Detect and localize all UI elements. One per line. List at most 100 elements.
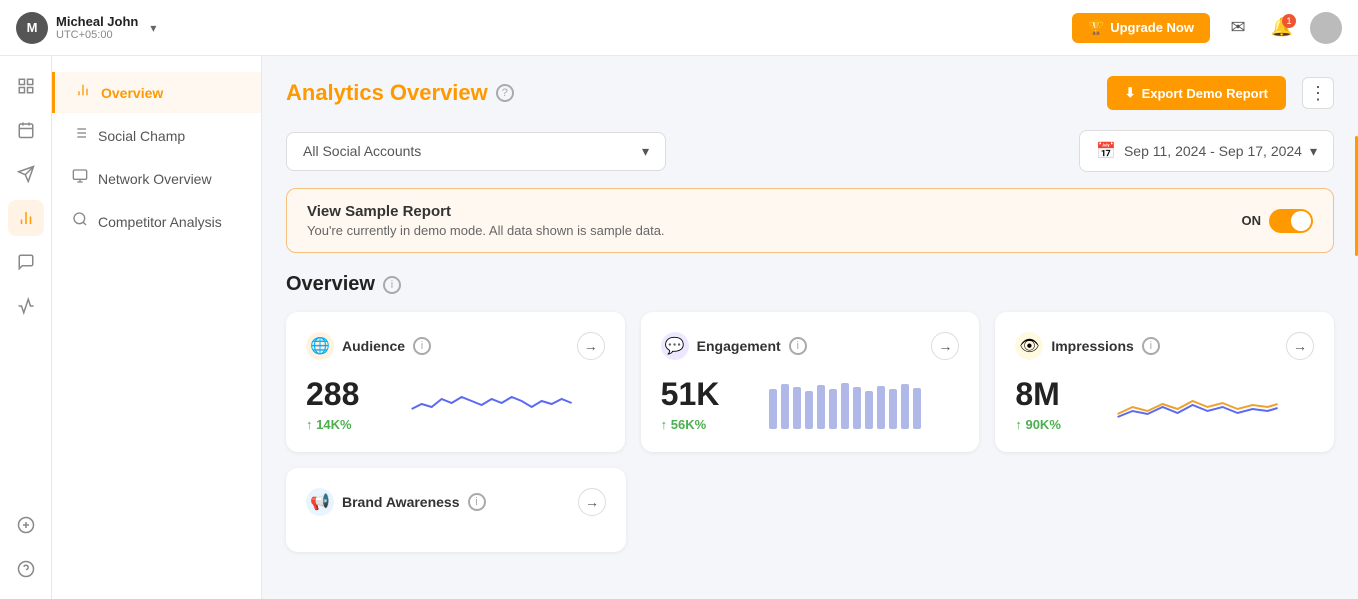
sidebar-icon-home[interactable] [8,68,44,104]
engagement-card-body: 51K 56K% [661,376,960,432]
sidebar-icon-analytics[interactable] [8,200,44,236]
audience-stats: 288 14K% [306,376,359,432]
audience-title-row: 🌐 Audience i [306,332,431,360]
main-content: Analytics Overview ? ⬇ Export Demo Repor… [262,56,1358,599]
engagement-arrow-button[interactable]: → [931,332,959,360]
metric-cards-row: 🌐 Audience i → 288 14K% [286,312,1334,452]
overview-nav-icon [75,82,91,103]
toggle-knob [1291,211,1311,231]
icon-sidebar [0,56,52,599]
engagement-card-header: 💬 Engagement i → [661,332,960,360]
engagement-stats: 51K 56K% [661,376,720,432]
brand-awareness-info-icon[interactable]: i [468,493,486,511]
nav-sidebar: Overview Social Champ Network Overview C… [52,56,262,599]
demo-mode-banner: View Sample Report You're currently in d… [286,188,1334,253]
nav-item-social-champ[interactable]: Social Champ [52,115,261,156]
overview-info-icon[interactable]: i [383,276,401,294]
user-dropdown-arrow[interactable]: ▾ [150,21,156,35]
accounts-filter-label: All Social Accounts [303,143,421,159]
sidebar-icon-calendar[interactable] [8,112,44,148]
engagement-card-title: Engagement [697,338,781,354]
calendar-icon: 📅 [1096,141,1116,161]
user-info: Micheal John UTC+05:00 [56,14,138,41]
user-profile-section: M Micheal John UTC+05:00 ▾ [16,12,156,44]
topbar: M Micheal John UTC+05:00 ▾ 🏆 Upgrade Now… [0,0,1358,56]
user-avatar[interactable]: M [16,12,48,44]
brand-awareness-card-header: 📢 Brand Awareness i → [306,488,606,516]
nav-item-overview[interactable]: Overview [52,72,261,113]
demo-mode-toggle[interactable] [1269,209,1313,233]
sidebar-icon-send[interactable] [8,156,44,192]
sidebar-icon-help[interactable] [8,551,44,587]
audience-card-header: 🌐 Audience i → [306,332,605,360]
impressions-card-title: Impressions [1051,338,1133,354]
nav-item-network-overview[interactable]: Network Overview [52,158,261,199]
profile-avatar[interactable] [1310,12,1342,44]
network-overview-nav-icon [72,168,88,189]
nav-label-social-champ: Social Champ [98,128,185,144]
notification-badge: 1 [1282,14,1296,28]
nav-label-network-overview: Network Overview [98,171,212,187]
engagement-mini-chart [739,379,959,429]
demo-toggle-row: ON [1242,209,1314,233]
more-options-button[interactable]: ⋮ [1302,77,1334,109]
impressions-change: 90K% [1015,417,1061,432]
brand-awareness-arrow-button[interactable]: → [578,488,606,516]
impressions-title-row: 👁 Impressions i [1015,332,1159,360]
impressions-arrow-button[interactable]: → [1286,332,1314,360]
overview-section-title: Overview [286,273,375,296]
filter-row: All Social Accounts ▾ 📅 Sep 11, 2024 - S… [286,130,1334,172]
user-timezone: UTC+05:00 [56,29,138,41]
nav-label-competitor-analysis: Competitor Analysis [98,214,222,230]
audience-change: 14K% [306,417,359,432]
date-range-picker[interactable]: 📅 Sep 11, 2024 - Sep 17, 2024 ▾ [1079,130,1334,172]
download-icon: ⬇ [1125,85,1136,101]
impressions-mini-chart [1081,379,1314,429]
brand-awareness-title: Brand Awareness [342,494,460,510]
engagement-card: 💬 Engagement i → 51K 56K% [641,312,980,452]
page-title-row: Analytics Overview ? [286,80,514,106]
trophy-icon: 🏆 [1088,20,1104,36]
impressions-icon: 👁 [1015,332,1043,360]
overview-section-header: Overview i [286,273,1334,296]
audience-value: 288 [306,376,359,413]
accounts-filter-dropdown[interactable]: All Social Accounts ▾ [286,132,666,171]
main-layout: Overview Social Champ Network Overview C… [0,56,1358,599]
audience-info-icon[interactable]: i [413,337,431,355]
audience-card-title: Audience [342,338,405,354]
user-name: Micheal John [56,14,138,29]
engagement-info-icon[interactable]: i [789,337,807,355]
notifications-icon-button[interactable]: 🔔 1 [1266,12,1298,44]
sidebar-icon-chat[interactable] [8,244,44,280]
audience-arrow-button[interactable]: → [577,332,605,360]
accounts-dropdown-arrow: ▾ [642,143,649,160]
audience-mini-chart [379,379,604,429]
competitor-nav-icon [72,211,88,232]
impressions-card: 👁 Impressions i → 8M 90K% [995,312,1334,452]
brand-awareness-card: 📢 Brand Awareness i → [286,468,626,552]
date-range-label: Sep 11, 2024 - Sep 17, 2024 [1124,143,1302,159]
nav-label-overview: Overview [101,85,163,101]
brand-awareness-title-row: 📢 Brand Awareness i [306,488,486,516]
message-icon: ✉ [1230,17,1245,38]
impressions-value: 8M [1015,376,1061,413]
impressions-card-header: 👁 Impressions i → [1015,332,1314,360]
brand-awareness-icon: 📢 [306,488,334,516]
demo-banner-description: You're currently in demo mode. All data … [307,223,665,238]
nav-item-competitor-analysis[interactable]: Competitor Analysis [52,201,261,242]
audience-card-body: 288 14K% [306,376,605,432]
toggle-on-label: ON [1242,213,1262,228]
sidebar-icon-waveform[interactable] [8,288,44,324]
date-dropdown-arrow: ▾ [1310,143,1317,160]
impressions-card-body: 8M 90K% [1015,376,1314,432]
page-header: Analytics Overview ? ⬇ Export Demo Repor… [286,76,1334,110]
social-champ-nav-icon [72,125,88,146]
audience-card: 🌐 Audience i → 288 14K% [286,312,625,452]
demo-text-section: View Sample Report You're currently in d… [307,203,665,238]
messages-icon-button[interactable]: ✉ [1222,12,1254,44]
export-demo-report-button[interactable]: ⬇ Export Demo Report [1107,76,1286,110]
sidebar-icon-add[interactable] [8,507,44,543]
impressions-info-icon[interactable]: i [1142,337,1160,355]
upgrade-button[interactable]: 🏆 Upgrade Now [1072,13,1210,43]
page-title-info-icon[interactable]: ? [496,84,514,102]
